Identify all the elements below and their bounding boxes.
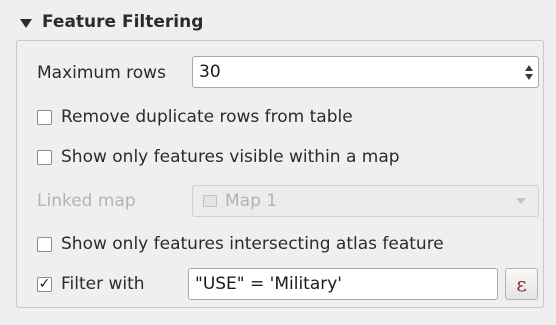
filter-expression-input[interactable]: "USE" = 'Military' xyxy=(188,268,498,300)
remove-duplicates-checkbox-row[interactable]: Remove duplicate rows from table xyxy=(37,106,353,128)
max-rows-value[interactable]: 30 xyxy=(193,62,520,82)
visible-in-map-checkbox-row[interactable]: Show only features visible within a map xyxy=(37,146,400,168)
remove-duplicates-checkbox[interactable] xyxy=(37,109,52,125)
filter-with-checkbox[interactable]: ✓ xyxy=(37,276,52,292)
feature-filtering-header[interactable]: Feature Filtering xyxy=(20,8,203,36)
visible-in-map-label[interactable]: Show only features visible within a map xyxy=(61,147,400,167)
intersect-atlas-checkbox[interactable] xyxy=(37,236,52,252)
filter-with-checkbox-row[interactable]: ✓ Filter with xyxy=(37,273,145,295)
intersect-atlas-checkbox-row[interactable]: Show only features intersecting atlas fe… xyxy=(37,233,444,255)
linked-map-label: Linked map xyxy=(37,191,136,211)
linked-map-value: Map 1 xyxy=(225,191,278,211)
spin-buttons[interactable] xyxy=(520,57,538,87)
epsilon-icon: ε xyxy=(516,272,527,296)
linked-map-row: Linked map xyxy=(37,190,136,212)
spin-down-icon[interactable] xyxy=(525,73,533,80)
visible-in-map-checkbox[interactable] xyxy=(37,149,52,165)
max-rows-row: Maximum rows xyxy=(37,62,166,84)
section-title: Feature Filtering xyxy=(42,12,204,32)
max-rows-label: Maximum rows xyxy=(37,63,166,83)
intersect-atlas-label[interactable]: Show only features intersecting atlas fe… xyxy=(61,234,444,254)
linked-map-combobox[interactable]: Map 1 xyxy=(192,185,539,217)
spin-up-icon[interactable] xyxy=(525,64,533,71)
triangle-down-icon[interactable] xyxy=(20,18,32,28)
map-icon xyxy=(203,195,217,207)
expression-builder-button[interactable]: ε xyxy=(505,268,538,300)
max-rows-spinbox[interactable]: 30 xyxy=(192,56,539,88)
chevron-down-icon[interactable] xyxy=(516,198,526,204)
remove-duplicates-label[interactable]: Remove duplicate rows from table xyxy=(61,107,353,127)
filter-with-label[interactable]: Filter with xyxy=(61,274,145,294)
